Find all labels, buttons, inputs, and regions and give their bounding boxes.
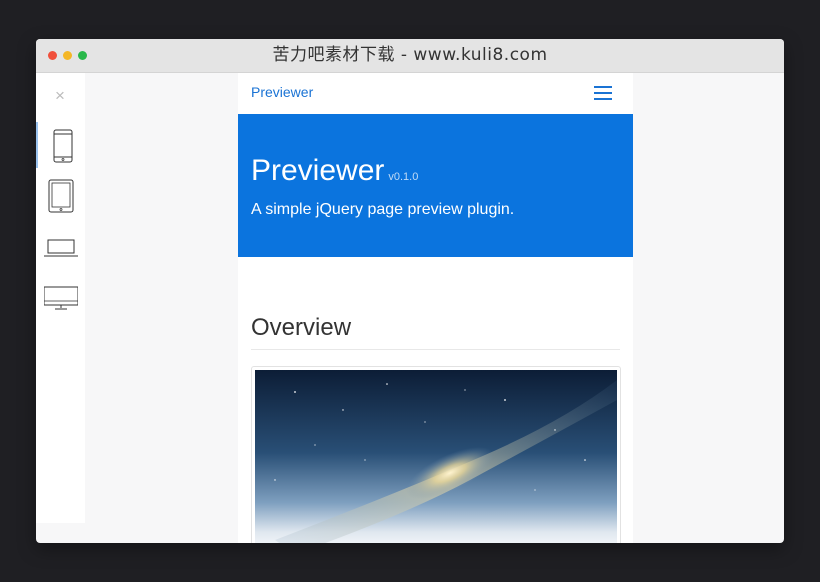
device-desktop-button[interactable]: [36, 271, 85, 317]
hero-subtitle: A simple jQuery page preview plugin.: [251, 201, 515, 218]
galaxy-screenshot-image: [255, 370, 617, 543]
close-previewer-button[interactable]: ×: [51, 87, 69, 105]
window-title: 苦力吧素材下载 - www.kuli8.com: [272, 45, 548, 65]
laptop-icon: [44, 239, 78, 257]
device-toolbar: ×: [36, 73, 85, 523]
navbar-brand-link[interactable]: Previewer: [251, 84, 313, 100]
preview-frame[interactable]: Previewer Previewer v0.1.0 A simple jQuer…: [238, 73, 633, 543]
window-titlebar: 苦力吧素材下载 - www.kuli8.com: [36, 39, 784, 73]
overview-thumbnail: [251, 366, 621, 543]
hero-title-row: Previewer v0.1.0: [251, 154, 418, 188]
device-laptop-button[interactable]: [36, 222, 85, 268]
preview-navbar: Previewer: [238, 73, 633, 114]
desktop-monitor-icon: [44, 286, 78, 310]
device-tablet-button[interactable]: [36, 172, 85, 218]
smartphone-icon: [53, 129, 73, 163]
device-phone-button[interactable]: [36, 122, 87, 168]
hero-title: Previewer: [251, 154, 385, 187]
tablet-icon: [48, 179, 74, 213]
version-label: v0.1.0: [388, 171, 419, 183]
hamburger-menu-icon[interactable]: [594, 86, 612, 100]
overview-heading: Overview: [251, 314, 352, 341]
section-divider: [251, 349, 620, 350]
hero-banner: Previewer v0.1.0 A simple jQuery page pre…: [238, 114, 633, 257]
browser-window: 苦力吧素材下载 - www.kuli8.com × Previewer Prev…: [36, 39, 784, 543]
